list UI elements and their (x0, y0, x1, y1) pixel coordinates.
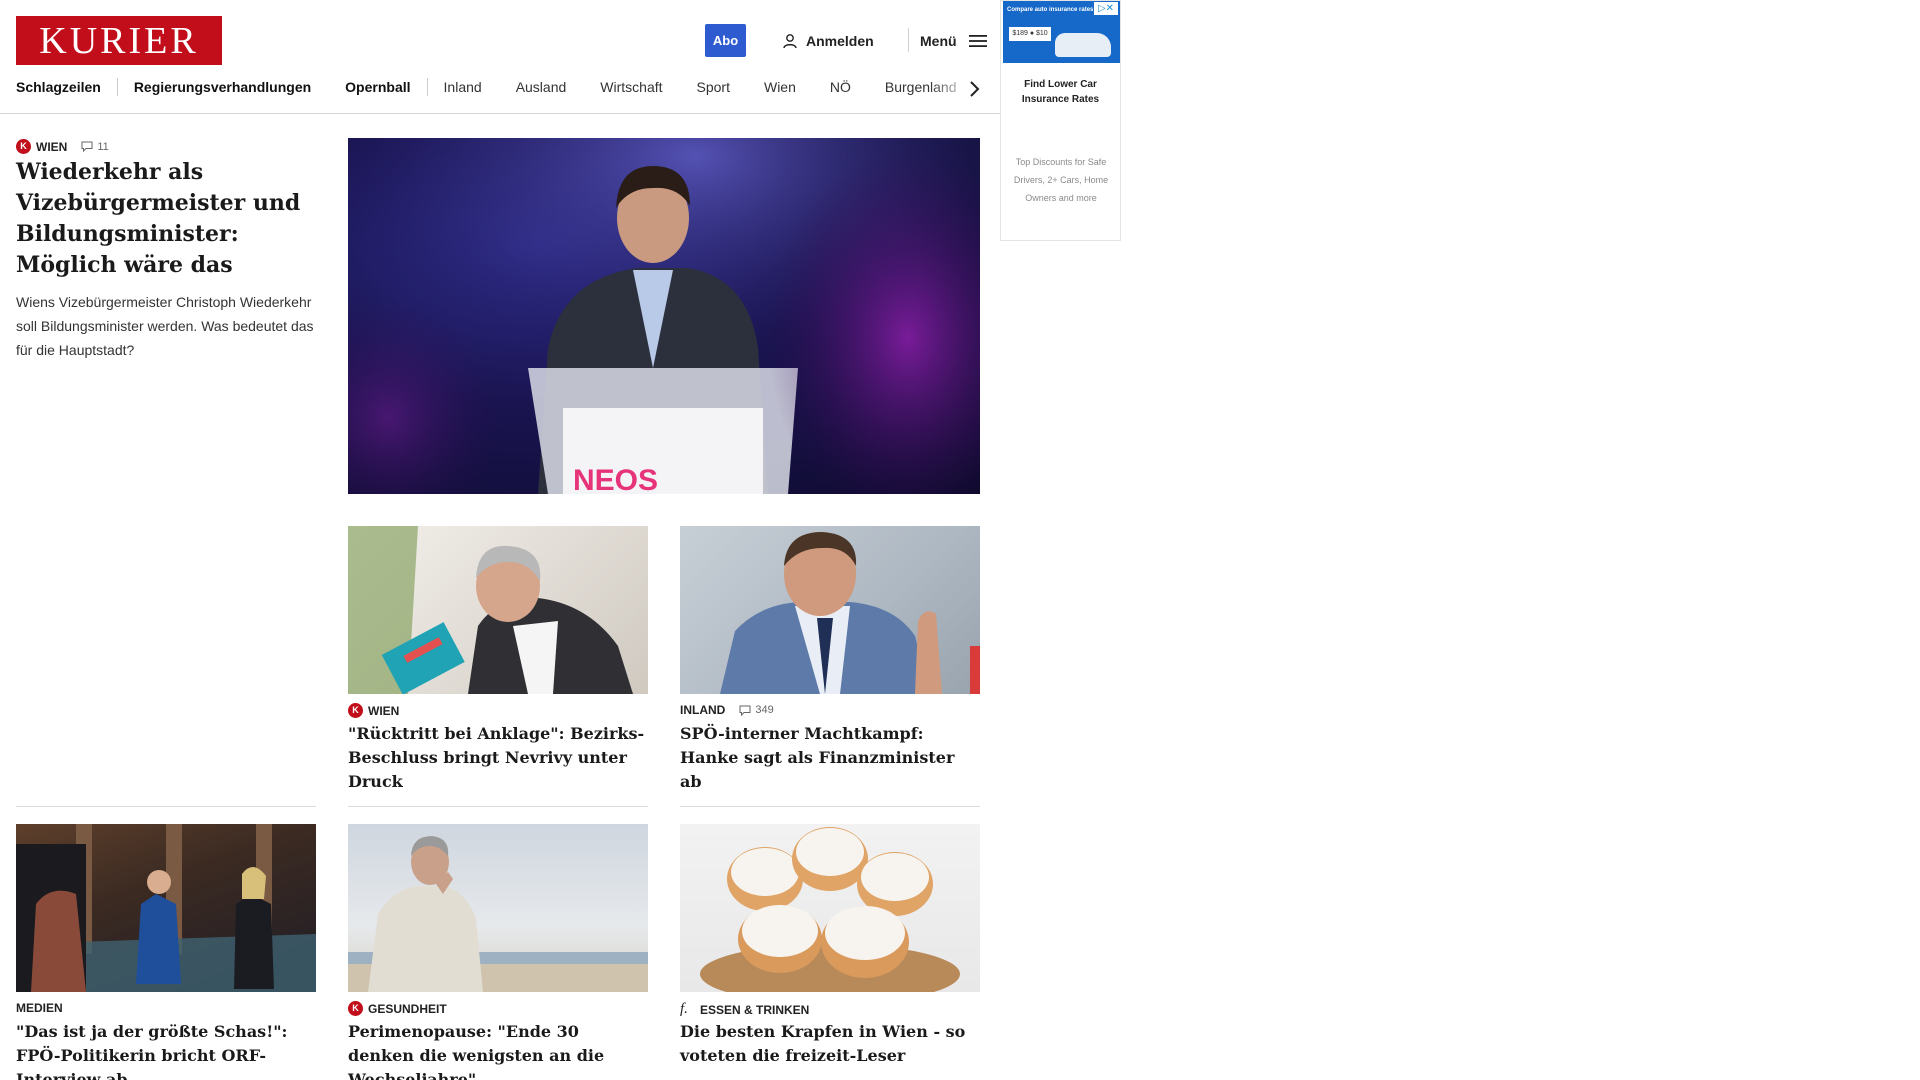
user-icon (783, 34, 797, 49)
lead-headline[interactable]: Wiederkehr als Vizebürgermeister und Bil… (16, 157, 316, 281)
article-image[interactable] (680, 526, 980, 694)
speaker-photo: NEOS (348, 138, 980, 494)
divider (16, 806, 316, 807)
nav-item-wien[interactable]: Wien (764, 79, 796, 95)
ad-price: $189 ● $10 (1009, 27, 1051, 41)
article-image[interactable] (16, 824, 316, 992)
ad-title[interactable]: Find Lower Car Insurance Rates (1001, 77, 1120, 107)
abo-button[interactable]: Abo (705, 24, 746, 57)
ad-banner-image[interactable]: Compare auto insurance rates $189 ● $10 … (1003, 1, 1120, 63)
header-divider (908, 28, 909, 52)
freizeit-badge-icon: f. (680, 1001, 688, 1017)
nav-item-opernball[interactable]: Opernball (345, 79, 410, 95)
nav-separator (426, 78, 428, 97)
menu-label: Menü (920, 33, 957, 49)
lead-category[interactable]: Wien (36, 140, 67, 154)
advertisement[interactable]: Compare auto insurance rates $189 ● $10 … (1000, 0, 1121, 241)
card-kicker: f. Essen & Trinken (680, 1001, 809, 1018)
nav-item-schlagzeilen[interactable]: Schlagzeilen (16, 79, 101, 95)
chevron-right-icon[interactable] (968, 80, 980, 98)
nav-item-regierungsverhandlungen[interactable]: Regierungsverhandlungen (134, 79, 311, 95)
article-image[interactable] (348, 526, 648, 694)
card-category[interactable]: Wien (368, 704, 399, 718)
comment-count: 349 (755, 704, 774, 716)
login-label: Anmelden (806, 33, 874, 49)
comment-icon (739, 705, 751, 716)
lead-teaser: Wiens Vizebürgermeister Christoph Wieder… (16, 294, 314, 358)
ad-banner-text: Compare auto insurance rates (1007, 7, 1094, 13)
nav-item-ausland[interactable]: Ausland (516, 79, 567, 95)
kurier-plus-badge-icon: K (348, 1001, 363, 1016)
nav-item-noe[interactable]: NÖ (830, 79, 851, 95)
nav-item-wirtschaft[interactable]: Wirtschaft (600, 79, 662, 95)
card-headline[interactable]: Perimenopause: "Ende 30 denken die wenig… (348, 1020, 648, 1080)
lead-kicker: K Wien 11 (16, 139, 109, 154)
kurier-plus-badge-icon: K (16, 139, 31, 154)
divider (348, 806, 648, 807)
menu-button[interactable]: Menü (920, 30, 987, 52)
card-category[interactable]: Essen & Trinken (700, 1003, 809, 1017)
card-headline[interactable]: SPÖ-interner Machtkampf: Hanke sagt als … (680, 722, 980, 794)
comment-count: 11 (97, 140, 109, 153)
card-headline[interactable]: "Das ist ja der größte Schas!": FPÖ-Poli… (16, 1020, 316, 1080)
lead-comment-count[interactable]: 11 (81, 140, 109, 153)
card-kicker: Inland 349 (680, 703, 774, 717)
site-header: KURIER Abo Anmelden Menü Schlagzeilen Reg… (0, 0, 1000, 114)
kurier-plus-badge-icon: K (348, 703, 363, 718)
login-button[interactable]: Anmelden (782, 30, 874, 52)
card-category[interactable]: Gesundheit (368, 1002, 447, 1016)
article-image[interactable] (348, 824, 648, 992)
hamburger-icon (968, 35, 987, 47)
nav-item-inland[interactable]: Inland (444, 79, 482, 95)
card-kicker: K Gesundheit (348, 1001, 447, 1016)
comment-icon (81, 141, 93, 152)
interview-photo (16, 824, 316, 992)
card-category[interactable]: Medien (16, 1001, 63, 1015)
card-kicker: K Wien (348, 703, 399, 718)
ad-description: Top Discounts for Safe Drivers, 2+ Cars,… (1013, 157, 1109, 203)
card-category[interactable]: Inland (680, 703, 725, 717)
card-comment-count[interactable]: 349 (739, 704, 774, 716)
neos-lectern-text: NEOS (573, 464, 658, 494)
car-image (1055, 33, 1111, 57)
lead-image[interactable]: NEOS (348, 138, 980, 494)
card-kicker: Medien (16, 1001, 63, 1015)
nav-item-sport[interactable]: Sport (697, 79, 730, 95)
nav-fade (930, 76, 990, 102)
card-headline[interactable]: "Rücktritt bei Anklage": Bezirks-Beschlu… (348, 722, 648, 794)
politician-photo (348, 526, 633, 694)
ad-choices-close-icon[interactable]: ▷✕ (1094, 2, 1118, 15)
krapfen-photo (700, 827, 960, 992)
section-nav: Schlagzeilen Regierungsverhandlungen Opern… (16, 78, 986, 100)
nav-separator (116, 78, 118, 97)
card-headline[interactable]: Die besten Krapfen in Wien - so voteten … (680, 1020, 980, 1068)
divider (680, 806, 980, 807)
politician-photo (720, 532, 980, 694)
article-image[interactable] (680, 824, 980, 992)
kurier-logo[interactable]: KURIER (16, 16, 222, 65)
woman-beach-photo (348, 836, 648, 992)
